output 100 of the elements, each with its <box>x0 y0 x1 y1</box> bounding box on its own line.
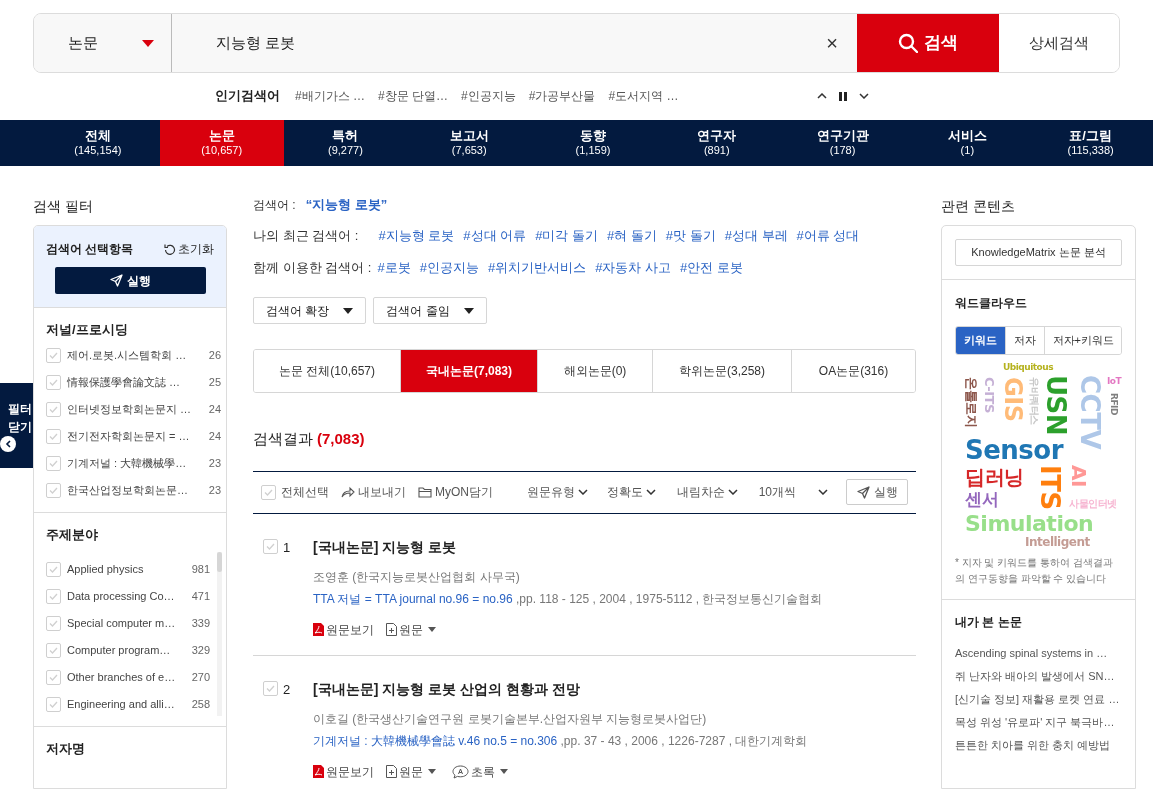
check-icon <box>266 542 275 550</box>
popular-term-link[interactable]: #배기가스 … <box>295 87 365 105</box>
check-icon <box>49 620 58 627</box>
wordcloud-tab[interactable]: 키워드 <box>956 327 1005 354</box>
check-icon <box>49 432 58 440</box>
filter-item-label[interactable]: Other branches of e… <box>67 669 180 686</box>
result-action-button[interactable]: 원문보기 <box>313 762 374 781</box>
checkbox[interactable] <box>46 562 61 577</box>
paper-type-tab[interactable]: OA논문(316) <box>791 350 915 392</box>
checkbox[interactable] <box>263 538 278 554</box>
filter-item-label[interactable]: Computer program… <box>67 642 180 659</box>
checkbox[interactable] <box>46 428 61 444</box>
filter-item-label[interactable]: 情報保護學會論文誌 … <box>67 373 192 391</box>
filter-close-tab[interactable]: 필터 닫기 <box>0 383 33 468</box>
keyword-tag-link[interactable]: #자동차 사고 <box>595 257 671 277</box>
viewed-paper-link[interactable]: 튼튼한 치아를 위한 충치 예방법 <box>955 737 1111 760</box>
checkbox[interactable] <box>46 401 61 417</box>
source-link[interactable]: 기계저널 : 大韓機械學會誌 v.46 no.5 = no.306 <box>313 733 558 748</box>
sort-dropdown[interactable]: 정확도 <box>606 483 656 501</box>
checkbox[interactable] <box>46 616 61 631</box>
checkbox[interactable] <box>261 484 276 500</box>
select-all-label[interactable]: 전체선택 <box>281 483 329 501</box>
viewed-paper-link[interactable]: [신기술 정보] 재활용 로켓 연료 … <box>955 691 1120 714</box>
source-link[interactable]: TTA 저널 = TTA journal no.96 = no.96 <box>313 591 513 606</box>
category-tab[interactable]: 표/그림 (115,338) <box>1028 120 1153 166</box>
run-button[interactable]: 실행 <box>55 267 206 294</box>
filter-item-count: 339 <box>190 616 210 632</box>
run-button[interactable]: 실행 <box>846 479 908 505</box>
keyword-tag-link[interactable]: #로봇 <box>377 257 411 277</box>
category-tab[interactable]: 전체 (145,154) <box>36 120 160 166</box>
category-tab[interactable]: 동향 (1,159) <box>531 120 655 166</box>
pdf-file-icon <box>313 765 324 778</box>
check-icon <box>49 459 58 467</box>
filter-item-label[interactable]: Engineering and alli… <box>67 696 180 713</box>
checkbox[interactable] <box>46 374 61 390</box>
viewed-paper-link[interactable]: 목성 위성 '유로파' 지구 북극바… <box>955 714 1115 737</box>
keyword-tag-link[interactable]: #인공지능 <box>419 257 479 277</box>
filter-item-label[interactable]: 인터넷정보학회논문지 … <box>67 400 192 418</box>
checkbox[interactable] <box>46 455 61 471</box>
category-tab[interactable]: 연구기관 (178) <box>778 120 907 166</box>
result-count: (7,083) <box>317 429 365 449</box>
filter-item-label[interactable]: 제어.로봇.시스템학회 … <box>67 346 192 364</box>
checkbox[interactable] <box>263 680 278 696</box>
filter-item-label[interactable]: Data processing Co… <box>67 588 180 605</box>
result-title-link[interactable]: [국내논문] 지능형 로봇 산업의 현황과 전망 <box>313 678 916 700</box>
wordcloud-tab[interactable]: 저자+키워드 <box>1044 327 1121 354</box>
knowledgematrix-button[interactable]: KnowledgeMatrix 논문 분석 <box>955 239 1122 266</box>
export-button[interactable]: 내보내기 <box>341 483 406 501</box>
keyword-tag-link[interactable]: #어류 성대 <box>796 226 860 246</box>
popular-term-link[interactable]: #가공부산물 <box>528 87 596 105</box>
dropdown-button[interactable]: 검색어 확장 <box>253 297 367 324</box>
filter-item-label[interactable]: Applied physics <box>67 561 180 578</box>
caret-icon <box>463 307 474 314</box>
popular-term-link[interactable]: #창문 단열… <box>378 87 449 105</box>
filter-item-label[interactable]: 기계저널 : 大韓機械學… <box>67 454 192 472</box>
sort-dropdown[interactable]: 내림차순 <box>676 483 738 501</box>
result-action-button[interactable]: 초록 <box>452 762 508 781</box>
result-title: 검색결과 <box>253 429 313 449</box>
keyword-tag-link[interactable]: #성대 어류 <box>463 226 527 246</box>
category-tab[interactable]: 논문 (10,657) <box>159 120 284 166</box>
popular-term-link[interactable]: #인공지능 <box>461 87 516 105</box>
result-action-button[interactable]: 원문보기 <box>313 620 374 639</box>
result-action-button[interactable]: 원문 <box>386 762 436 781</box>
viewed-paper-link[interactable]: 쥐 난자와 배아의 발생에서 SN… <box>955 668 1115 691</box>
keyword-tag-link[interactable]: #맛 돌기 <box>665 226 716 246</box>
filter-item-label[interactable]: Special computer m… <box>67 615 180 632</box>
keyword-tag-link[interactable]: #안전 로봇 <box>680 257 743 277</box>
keyword-row-label: 함께 이용한 검색어 : <box>253 258 372 277</box>
keyword-row-label: 나의 최근 검색어 : <box>253 227 359 245</box>
reset-button[interactable]: 초기화 <box>164 240 214 258</box>
sort-dropdown[interactable]: 10개씩 <box>758 483 828 501</box>
check-icon <box>266 684 275 692</box>
category-tab[interactable]: 연구자 (891) <box>654 120 779 166</box>
filter-item-label[interactable]: 전기전자학회논문지 = … <box>67 427 192 445</box>
category-tab[interactable]: 보고서 (7,653) <box>407 120 532 166</box>
keyword-tag-link[interactable]: #미각 돌기 <box>535 226 598 246</box>
checkbox[interactable] <box>46 670 61 685</box>
pause-icon <box>839 91 847 101</box>
keyword-tag-link[interactable]: #위치기반서비스 <box>487 257 587 277</box>
dropdown-button[interactable]: 검색어 줄임 <box>373 297 487 324</box>
paper-type-tab[interactable]: 국내논문(7,083) <box>400 350 537 392</box>
wordcloud-word: IoT <box>1107 377 1122 386</box>
result-title-link[interactable]: [국내논문] 지능형 로봇 <box>313 536 916 558</box>
viewed-paper-link[interactable]: Ascending spinal systems in … <box>955 645 1108 668</box>
sort-dropdown[interactable]: 원문유형 <box>526 483 588 501</box>
checkbox[interactable] <box>46 482 61 498</box>
filter-item-label[interactable]: 한국산업정보학회논문… <box>67 481 192 499</box>
keyword-tag-link[interactable]: #지능형 로봇 <box>378 226 455 246</box>
caret-icon <box>343 307 354 314</box>
checkbox[interactable] <box>46 347 61 363</box>
keyword-tag-link[interactable]: #혀 돌기 <box>607 226 657 246</box>
myon-button[interactable]: MyON담기 <box>418 483 493 501</box>
result-action-button[interactable]: 원문 <box>386 620 436 639</box>
checkbox[interactable] <box>46 589 61 604</box>
category-tab[interactable]: 서비스 (1) <box>906 120 1029 166</box>
popular-term-link[interactable]: #도서지역 … <box>608 87 679 105</box>
checkbox[interactable] <box>46 643 61 658</box>
keyword-tag-link[interactable]: #성대 부레 <box>724 226 788 246</box>
checkbox[interactable] <box>46 697 61 712</box>
category-tab[interactable]: 특허 (9,277) <box>283 120 408 166</box>
